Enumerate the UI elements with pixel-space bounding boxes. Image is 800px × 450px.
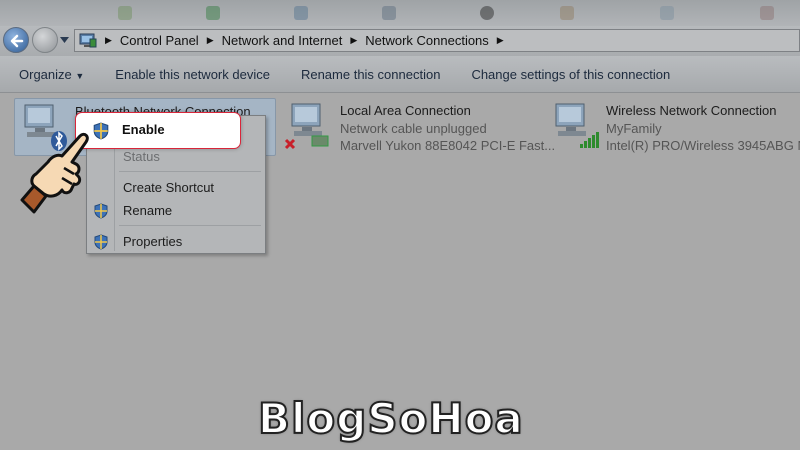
connection-status: MyFamily [606, 121, 662, 136]
breadcrumb-label: Control Panel [119, 33, 199, 48]
blurred-icon [382, 6, 396, 20]
connection-status: Network cable unplugged [340, 121, 487, 136]
blurred-top-strip [0, 0, 800, 26]
organize-menu[interactable]: Organize ▼ [19, 67, 84, 82]
blurred-icon [206, 6, 220, 20]
organize-label: Organize [19, 66, 72, 82]
blurred-icon [294, 6, 308, 20]
blurred-icon [560, 6, 574, 20]
forward-button[interactable] [32, 27, 58, 53]
breadcrumb-label: Network and Internet [221, 33, 343, 48]
blurred-icon [760, 6, 774, 20]
address-bar[interactable]: ▶ Control Panel ▶ Network and Internet ▶ N… [74, 29, 800, 52]
breadcrumb-network-connections[interactable]: Network Connections ▶ [365, 33, 511, 48]
ethernet-network-icon [284, 103, 329, 150]
address-row: ▶ Control Panel ▶ Network and Internet ▶ N… [0, 26, 800, 56]
enable-device-button[interactable]: Enable this network device [115, 67, 270, 82]
menu-separator [119, 225, 261, 226]
blurred-icon [660, 6, 674, 20]
menu-item-create-shortcut[interactable]: Create Shortcut [89, 177, 263, 199]
blurred-icon [480, 6, 494, 20]
control-panel-icon [79, 33, 97, 49]
change-settings-button[interactable]: Change settings of this connection [471, 67, 670, 82]
local-area-connection-item[interactable]: Local Area Connection Network cable unpl… [280, 98, 555, 156]
back-button[interactable] [3, 27, 29, 53]
rename-connection-button[interactable]: Rename this connection [301, 67, 440, 82]
menu-item-label: Properties [123, 234, 183, 249]
chevron-down-icon: ▼ [75, 70, 85, 81]
blurred-icon [118, 6, 132, 20]
history-dropdown-icon[interactable] [60, 37, 69, 43]
blogsohoa-watermark-logo: BlogSoHoa [257, 393, 548, 444]
connection-device: Intel(R) PRO/Wireless 3945ABG N... [606, 138, 800, 153]
pointing-hand-icon [20, 132, 89, 214]
menu-item-enable[interactable]: Enable [75, 112, 241, 149]
connection-title: Local Area Connection [340, 103, 471, 118]
menu-item-rename[interactable]: Rename [89, 200, 263, 222]
uac-shield-icon [94, 234, 108, 250]
arrow-left-icon [10, 34, 24, 48]
menu-separator [119, 171, 261, 172]
menu-item-label: Rename [123, 203, 173, 218]
command-bar: Organize ▼ Enable this network device Re… [0, 56, 800, 93]
connection-title: Wireless Network Connection [606, 103, 777, 118]
wireless-connection-item[interactable]: Wireless Network Connection MyFamily Int… [546, 98, 800, 156]
menu-item-properties[interactable]: Properties [89, 231, 263, 253]
menu-item-label: Create Shortcut [123, 180, 215, 195]
breadcrumb-network-and-internet[interactable]: Network and Internet ▶ [222, 33, 366, 48]
uac-shield-icon [94, 203, 108, 219]
menu-item-status[interactable]: Status [89, 146, 263, 168]
menu-item-label: Enable [122, 122, 165, 137]
wireless-network-icon [555, 103, 599, 148]
breadcrumb-label: Network Connections [365, 33, 489, 48]
breadcrumb-root-arrow[interactable]: ▶ [103, 35, 120, 46]
context-menu: Status Create Shortcut Rename Properties… [75, 112, 266, 254]
menu-item-label: Status [123, 149, 160, 164]
connection-device: Marvell Yukon 88E8042 PCI-E Fast... [340, 138, 556, 153]
uac-shield-icon [93, 122, 109, 140]
watermark-text: BlogSoHoa [257, 393, 524, 444]
breadcrumb-control-panel[interactable]: Control Panel ▶ [120, 33, 222, 48]
